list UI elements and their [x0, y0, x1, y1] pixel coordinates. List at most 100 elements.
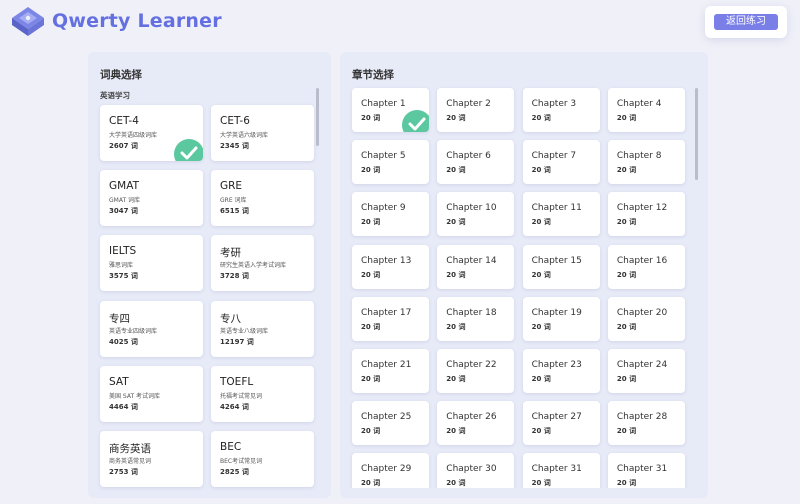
chapter-card[interactable]: Chapter 26 20 词 — [437, 401, 515, 446]
chapter-word-count: 20 词 — [446, 166, 466, 175]
chapter-card[interactable]: Chapter 12 20 词 — [607, 192, 685, 237]
dictionary-name: GMAT — [109, 180, 139, 193]
chapter-name: Chapter 21 — [361, 360, 412, 370]
chapter-card[interactable]: Chapter 30 20 词 — [437, 453, 515, 488]
chapter-card[interactable]: Chapter 1 20 词 — [352, 88, 429, 132]
chapter-card[interactable]: Chapter 21 20 词 — [352, 349, 429, 393]
chapter-card[interactable]: Chapter 31 20 词 — [607, 453, 685, 488]
chapter-name: Chapter 12 — [616, 203, 668, 214]
chapter-card[interactable]: Chapter 16 20 词 — [607, 244, 685, 289]
dictionary-card[interactable]: BEC BEC考试常见词 2825 词 — [211, 431, 314, 487]
chapter-card[interactable]: Chapter 8 20 词 — [607, 140, 685, 185]
dictionary-word-count: 3047 词 — [109, 207, 138, 216]
chapter-name: Chapter 19 — [531, 307, 582, 318]
chapter-word-count: 20 词 — [361, 270, 381, 279]
chapter-word-count: 20 词 — [446, 427, 466, 436]
chapter-card[interactable]: Chapter 2 20 词 — [437, 88, 515, 132]
chapter-card[interactable]: Chapter 14 20 词 — [437, 244, 515, 289]
back-to-practice-button[interactable]: 返回练习 — [714, 14, 778, 30]
chapter-word-count: 20 词 — [361, 375, 381, 383]
dictionary-card[interactable]: CET-4 大学英语四级词库 2607 词 — [100, 105, 203, 161]
dictionary-card[interactable]: SAT 美国 SAT 考试词库 4464 词 — [100, 365, 203, 422]
chapter-name: Chapter 28 — [616, 412, 668, 423]
dictionary-name: CET-6 — [220, 115, 250, 127]
chapter-name: Chapter 3 — [531, 99, 577, 109]
dictionary-word-count: 6515 词 — [220, 207, 249, 216]
chapter-card[interactable]: Chapter 17 20 词 — [352, 296, 429, 341]
chapter-card[interactable]: Chapter 11 20 词 — [522, 192, 600, 237]
dictionary-card[interactable]: 考研 研究生英语入学考试词库 3728 词 — [211, 235, 314, 292]
chapter-name: Chapter 17 — [361, 307, 412, 318]
chapter-card[interactable]: Chapter 3 20 词 — [522, 88, 600, 132]
dictionary-word-count: 2825 词 — [220, 468, 249, 476]
chapter-scrollbar[interactable] — [695, 88, 698, 180]
chapter-card[interactable]: Chapter 31 20 词 — [522, 453, 600, 488]
chapter-card[interactable]: Chapter 4 20 词 — [607, 88, 685, 132]
chapter-card[interactable]: Chapter 5 20 词 — [352, 140, 429, 185]
chapter-word-count: 20 词 — [531, 218, 551, 227]
dictionary-card[interactable]: IELTS 雅思词库 3575 词 — [100, 235, 203, 292]
chapter-word-count: 20 词 — [616, 322, 637, 331]
chapter-card[interactable]: Chapter 19 20 词 — [522, 296, 600, 341]
dictionary-description: BEC考试常见词 — [220, 458, 263, 465]
dictionary-description: 雅思词库 — [109, 262, 134, 270]
chapter-card[interactable]: Chapter 18 20 词 — [437, 296, 515, 341]
chapter-name: Chapter 25 — [361, 412, 412, 423]
chapter-card[interactable]: Chapter 25 20 词 — [352, 401, 429, 446]
chapter-word-count: 20 词 — [446, 479, 466, 488]
dictionary-list[interactable]: CET-4 大学英语四级词库 2607 词 CET-6 大学英语六级词库 2345 词 GM… — [88, 102, 331, 498]
chapter-list[interactable]: Chapter 1 20 词 Chapter 2 20 词 Chapter 3 20 词C… — [340, 86, 708, 488]
chapter-card[interactable]: Chapter 10 20 词 — [437, 192, 515, 237]
chapter-word-count: 20 词 — [616, 114, 637, 122]
chapter-card[interactable]: Chapter 28 20 词 — [607, 401, 685, 446]
chapter-name: Chapter 16 — [616, 255, 668, 266]
dictionary-word-count: 4464 词 — [109, 402, 138, 411]
dictionary-card[interactable]: GMAT GMAT 词库 3047 词 — [100, 170, 203, 227]
dictionary-name: CET-4 — [109, 115, 139, 127]
chapter-word-count: 20 词 — [361, 218, 381, 227]
chapter-card[interactable]: Chapter 9 20 词 — [352, 192, 429, 237]
chapter-name: Chapter 23 — [531, 360, 582, 370]
dictionary-name: SAT — [109, 375, 129, 388]
app-header: Qwerty Learner 返回练习 — [0, 0, 800, 48]
chapter-card[interactable]: Chapter 23 20 词 — [522, 349, 600, 393]
chapter-word-count: 20 词 — [616, 375, 637, 383]
chapter-name: Chapter 6 — [446, 151, 491, 162]
dictionary-card[interactable]: 专八 英语专业八级词库 12197 词 — [211, 300, 314, 357]
chapter-name: Chapter 9 — [361, 203, 406, 214]
chapter-panel-title: 章节选择 — [352, 69, 394, 81]
chapter-word-count: 20 词 — [616, 427, 637, 436]
dictionary-word-count: 4025 词 — [109, 337, 138, 346]
dictionary-card[interactable]: 专四 英语专业四级词库 4025 词 — [100, 300, 203, 357]
dictionary-card[interactable]: TOEFL 托福考试常见词 4264 词 — [211, 365, 314, 422]
chapter-name: Chapter 24 — [616, 360, 668, 370]
chapter-name: Chapter 27 — [531, 412, 582, 423]
back-button-container: 返回练习 — [705, 6, 787, 38]
chapter-name: Chapter 5 — [361, 151, 406, 162]
chapter-card[interactable]: Chapter 24 20 词 — [607, 349, 685, 393]
chapter-card[interactable]: Chapter 20 20 词 — [607, 296, 685, 341]
chapter-name: Chapter 13 — [361, 255, 412, 266]
chapter-word-count: 20 词 — [446, 375, 466, 383]
chapter-card[interactable]: Chapter 27 20 词 — [522, 401, 600, 446]
dictionary-description: 大学英语四级词库 — [109, 132, 158, 139]
dictionary-card[interactable]: CET-6 大学英语六级词库 2345 词 — [211, 105, 314, 161]
dictionary-description: 英语专业八级词库 — [220, 327, 269, 335]
chapter-word-count: 20 词 — [446, 270, 466, 279]
chapter-name: Chapter 20 — [616, 307, 668, 318]
dictionary-scrollbar[interactable] — [316, 88, 319, 146]
chapter-card[interactable]: Chapter 15 20 词 — [522, 244, 600, 289]
chapter-name: Chapter 18 — [446, 307, 497, 318]
chapter-card[interactable]: Chapter 22 20 词 — [437, 349, 515, 393]
keyboard-logo-icon — [12, 7, 44, 36]
dictionary-card[interactable]: GRE GRE 词库 6515 词 — [211, 170, 314, 227]
chapter-card[interactable]: Chapter 7 20 词 — [522, 140, 600, 185]
chapter-card[interactable]: Chapter 6 20 词 — [437, 140, 515, 185]
dictionary-name: 商务英语 — [109, 443, 151, 455]
chapter-card[interactable]: Chapter 29 20 词 — [352, 453, 429, 488]
chapter-name: Chapter 1 — [361, 99, 406, 109]
chapter-card[interactable]: Chapter 13 20 词 — [352, 244, 429, 289]
dictionary-card[interactable]: 商务英语 商务英语常见词 2753 词 — [100, 431, 203, 487]
selected-check-icon — [402, 110, 429, 132]
dictionary-name: 专四 — [109, 312, 130, 325]
